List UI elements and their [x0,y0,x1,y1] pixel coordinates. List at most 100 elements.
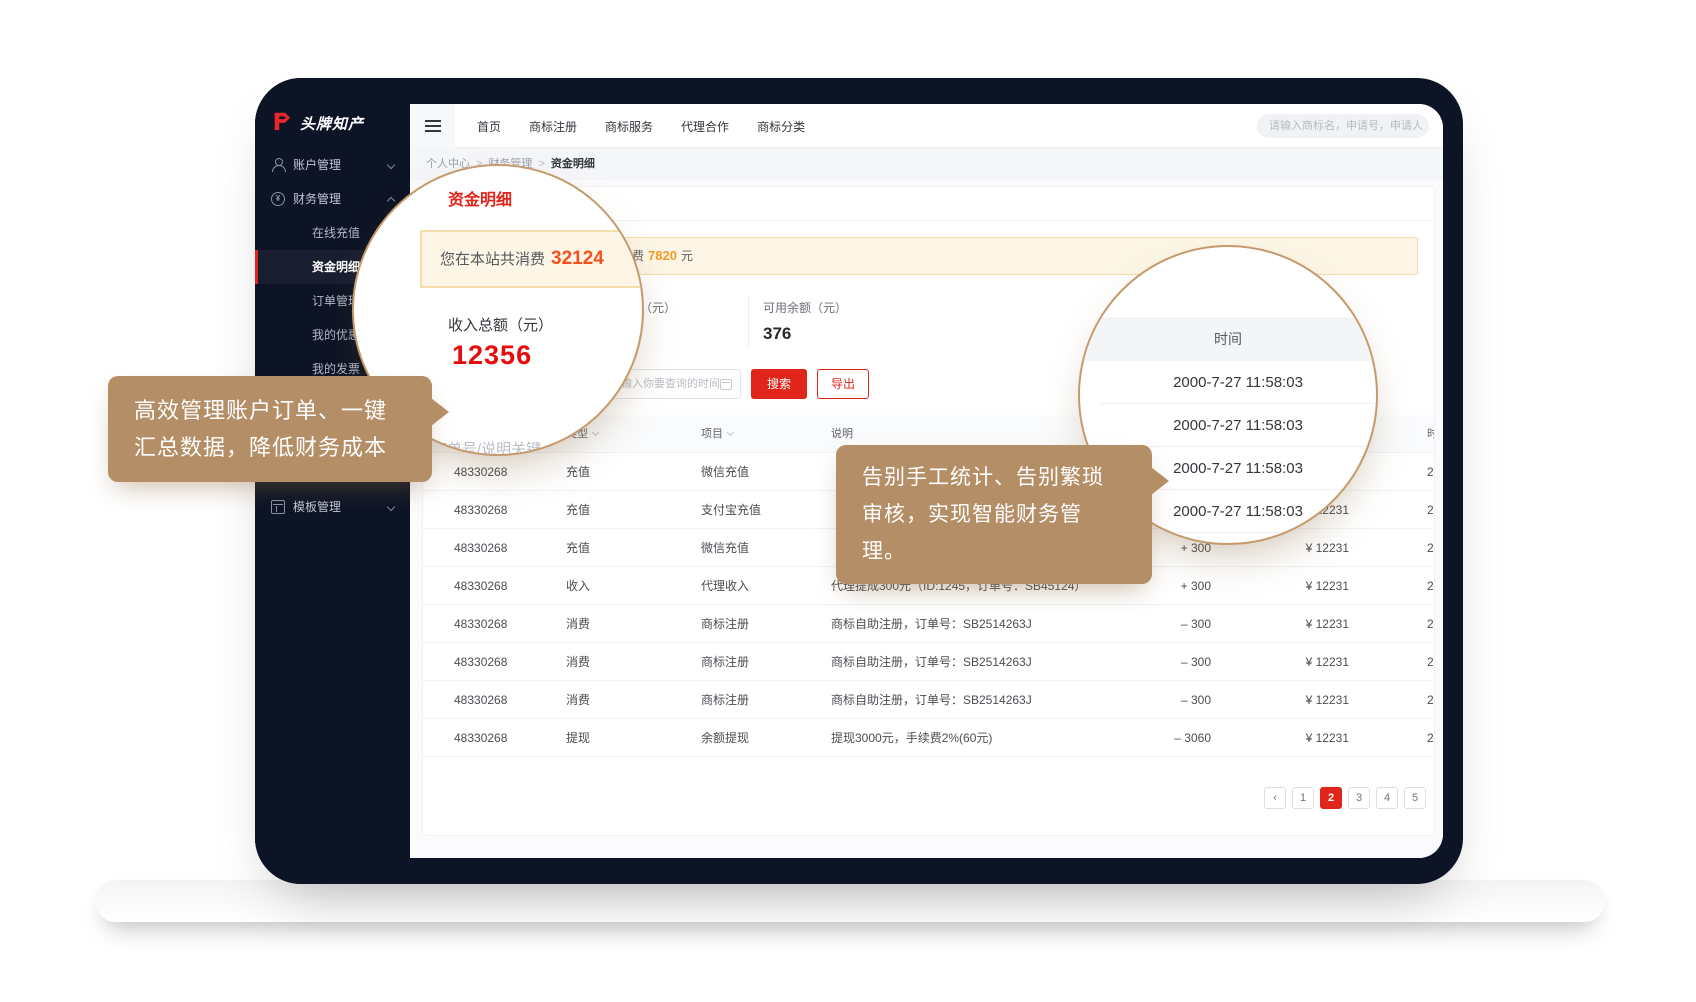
cell-project: 商标注册 [701,605,749,643]
cell-time: 2000-7-27 11:58:03 [1427,529,1435,567]
cell-time: 2000-7-27 11:58:03 [1427,605,1435,643]
sort-caret-icon [727,429,734,436]
banner-unit: 元 [681,249,693,263]
table-row: 48330268 消费 商标注册 商标自助注册，订单号：SB2514263J –… [423,681,1434,719]
sidebar-item-account[interactable]: 账户管理 [255,148,410,182]
export-button[interactable]: 导出 [817,369,869,399]
sidebar-item-templates[interactable]: 模板管理 [255,490,410,524]
logo-icon [271,110,293,137]
cell-order-no: 48330268 [454,491,507,529]
magnified-banner: 您在本站共消费32124 [420,230,644,288]
callout-left-text: 高效管理账户订单、一键汇总数据，降低财务成本 [134,392,406,466]
cell-balance: ¥ 12231 [1229,567,1349,605]
cell-time: 2000-7-27 11:58:03 [1427,453,1435,491]
sidebar-item-label: 财务管理 [293,192,341,206]
callout-right-text: 告别手工统计、告别繁琐审核，实现智能财务管理。 [862,459,1126,570]
cell-type: 收入 [566,567,590,605]
sidebar-item-label: 在线充值 [312,226,360,240]
nav-item-trademark-categories[interactable]: 商标分类 [757,118,805,135]
nav-item-agent-cooperation[interactable]: 代理合作 [681,118,729,135]
cell-project: 代理收入 [701,567,749,605]
pagination-page-button[interactable]: 1 [1292,787,1314,809]
top-header: 首页 商标注册 商标服务 代理合作 商标分类 请输入商标名，申请号，申请人 [410,104,1443,148]
cell-type: 提现 [566,719,590,757]
cell-type: 充值 [566,491,590,529]
cell-time: 2000-7-27 11:58:03 [1427,491,1435,529]
magnified-banner-prefix: 您在本站共消费 [440,251,545,268]
magnified-tab-label: 资金明细 [448,186,512,210]
cell-desc: 提现3000元，手续费2%(60元) [831,719,992,757]
sidebar-item-label: 我的发票 [312,362,360,376]
magnified-keyword-placeholder: 订单号/说明关键 [432,438,541,456]
callout-line: 审核，实现智能财务管 [862,496,1126,533]
sidebar-item-label: 资金明细 [312,260,360,274]
cell-project: 商标注册 [701,643,749,681]
cell-type: 消费 [566,681,590,719]
magnified-time-cell: 2000-7-27 11:58:03 [1100,404,1376,447]
callout-arrow-icon [1151,467,1169,495]
nav-item-home[interactable]: 首页 [477,118,501,135]
cell-project: 余额提现 [701,719,749,757]
sidebar-item-label: 账户管理 [293,158,341,172]
cell-order-no: 48330268 [454,529,507,567]
search-input[interactable]: 请输入商标名，申请号，申请人 [1257,114,1429,138]
stat-balance: 可用余额（元） 376 [763,299,847,344]
cell-order-no: 48330268 [454,643,507,681]
callout-line: 理。 [862,533,1126,570]
menu-toggle-button[interactable] [410,104,455,148]
breadcrumb-separator: > [538,158,544,170]
callout-right: 告别手工统计、告别繁琐审核，实现智能财务管理。 [836,445,1152,584]
magnified-time-cell: 2000-7-27 11:58:03 [1100,361,1376,404]
pagination-page-button[interactable]: 3 [1348,787,1370,809]
cell-time: 2000-7-27 11:58:03 [1427,567,1435,605]
cell-balance: ¥ 12231 [1229,643,1349,681]
cell-balance: ¥ 12231 [1229,605,1349,643]
pagination-page-button[interactable]: 2 [1320,787,1342,809]
stat-label: 可用余额（元） [763,299,847,316]
cell-project: 微信充值 [701,529,749,567]
magnified-income-label: 收入总额（元） [448,314,553,335]
callout-line: 告别手工统计、告别繁琐 [862,459,1126,496]
cell-order-no: 48330268 [454,453,507,491]
sort-caret-icon [592,429,599,436]
magnified-income-value: 12356 [452,340,532,371]
cell-time: 2000-7-27 11:58:03 [1427,681,1435,719]
pagination-prev-button[interactable]: ‹ [1264,787,1286,809]
logo-title: 头牌知产 [300,113,364,134]
pagination-page-button[interactable]: 4 [1376,787,1398,809]
sidebar-item-finance[interactable]: ¥ 财务管理 [255,182,410,216]
col-header-label: 项目 [701,428,723,440]
cell-amount: – 3060 [1091,719,1211,757]
cell-desc: 商标自助注册，订单号：SB2514263J [831,643,1032,681]
date-placeholder: 请输入你要查询的时间 [610,378,720,390]
callout-left: 高效管理账户订单、一键汇总数据，降低财务成本 [108,376,432,482]
cell-desc: 商标自助注册，订单号：SB2514263J [831,605,1032,643]
chevron-down-icon [387,503,395,511]
search-button[interactable]: 搜索 [751,369,807,399]
calendar-icon [720,379,732,390]
callout-line: 高效管理账户订单、一键 [134,392,406,429]
cell-type: 消费 [566,605,590,643]
cell-order-no: 48330268 [454,605,507,643]
hamburger-icon [425,125,441,127]
logo: 头牌知产 [271,110,364,137]
finance-icon: ¥ [271,192,285,206]
chevron-down-icon [387,161,395,169]
cell-time: 2000-7-27 11:58:03 [1427,719,1435,757]
col-header-project[interactable]: 项目 [701,415,733,453]
cell-time: 2000-7-27 11:58:03 [1427,643,1435,681]
top-nav: 首页 商标注册 商标服务 代理合作 商标分类 [477,104,805,148]
divider [748,295,749,347]
marketing-screenshot: 头牌知产 账户管理 ¥ 财务管理 在线充值 资金明细 [0,0,1696,1002]
breadcrumb: 个人中心>财务管理>资金明细 [410,148,1443,180]
col-header-time: 时间 [1427,415,1435,453]
cell-amount: – 300 [1091,681,1211,719]
pagination-pages: 12345 [1292,787,1426,809]
laptop-base [95,880,1605,922]
nav-item-trademark-services[interactable]: 商标服务 [605,118,653,135]
cell-amount: – 300 [1091,605,1211,643]
breadcrumb-current: 资金明细 [551,158,595,170]
pagination-page-button[interactable]: 5 [1404,787,1426,809]
nav-item-trademark-register[interactable]: 商标注册 [529,118,577,135]
cell-project: 支付宝充值 [701,491,761,529]
